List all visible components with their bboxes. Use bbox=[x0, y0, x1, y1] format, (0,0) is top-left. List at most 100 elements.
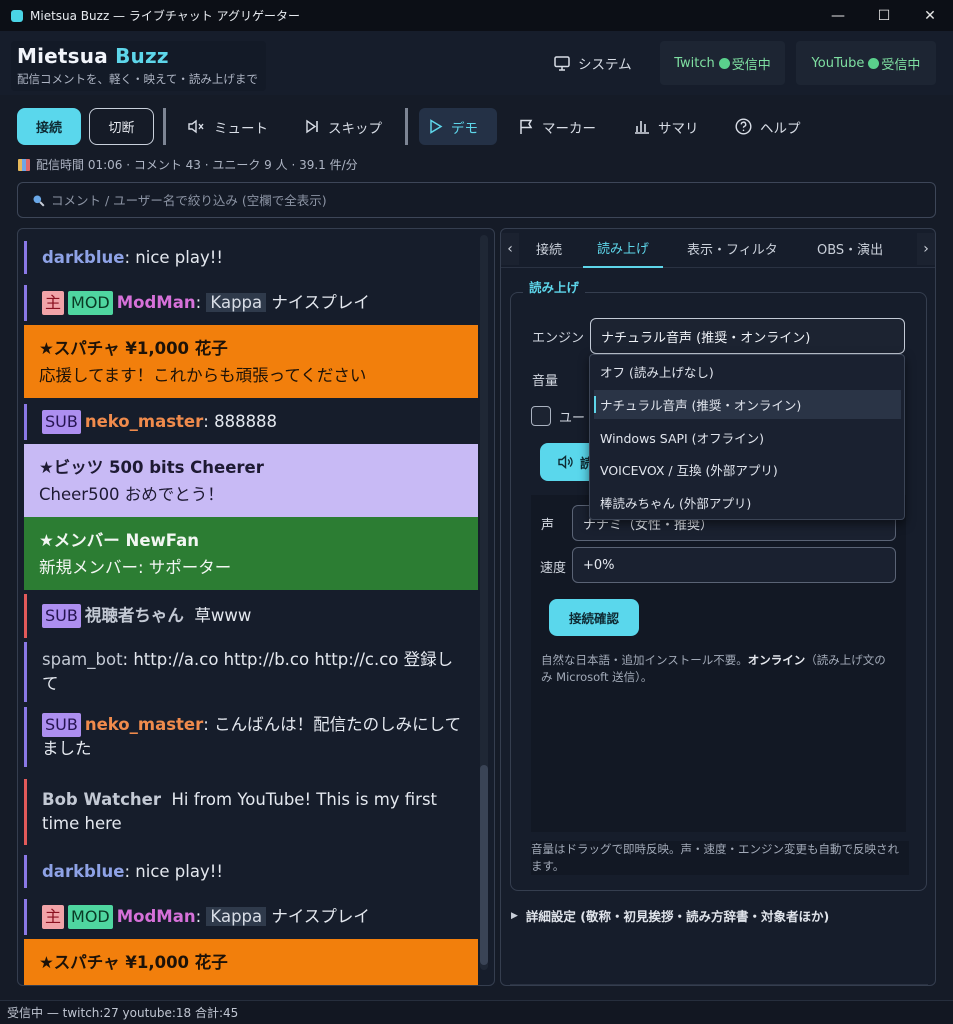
chat-text: : nice play!! bbox=[124, 861, 223, 881]
marker-button[interactable]: マーカー bbox=[509, 108, 606, 145]
tab-scroll-right-icon[interactable]: › bbox=[917, 233, 935, 265]
superchat-card: ★スパチャ ¥1,000 花子 応援してます！これからも頑張ってください bbox=[24, 325, 478, 398]
engine-dropdown: オフ (読み上げなし) ナチュラル音声 (推奨・オンライン) Windows S… bbox=[589, 354, 905, 520]
superchat-card: ★スパチャ ¥1,000 花子 bbox=[24, 939, 478, 985]
tts-checkbox-label: ユー bbox=[559, 411, 586, 426]
chat-message: SUB neko_master: 888888 bbox=[24, 404, 478, 440]
demo-button[interactable]: デモ bbox=[419, 108, 497, 145]
engine-label: エンジン bbox=[532, 331, 585, 346]
voice-label: 声 bbox=[541, 518, 555, 533]
stream-stats: 配信時間 01:06 · コメント 43 · ユニーク 9 人 · 39.1 件… bbox=[18, 156, 358, 173]
help-button[interactable]: ヘルプ bbox=[725, 108, 811, 145]
help-icon bbox=[735, 118, 752, 135]
engine-option-selected[interactable]: ナチュラル音声 (推奨・オンライン) bbox=[594, 390, 901, 419]
chat-message: darkblue: nice play!! bbox=[24, 855, 478, 888]
engine-option[interactable]: Windows SAPI (オフライン) bbox=[594, 423, 901, 452]
engine-select[interactable]: ナチュラル音声 (推奨・オンライン) bbox=[590, 318, 905, 354]
engine-help-text: 自然な日本語・追加インストール不要。オンライン（読み上げ文のみ Microsof… bbox=[541, 653, 886, 684]
brand-box: Mietsua Buzz 配信コメントを、軽く・映えて・読み上げまで bbox=[11, 41, 266, 91]
superchat-text: 応援してます！これからも頑張ってください bbox=[39, 365, 367, 385]
brand-tagline: 配信コメントを、軽く・映えて・読み上げまで bbox=[17, 72, 258, 86]
chat-message: 主 MOD ModMan: Kappa ナイスプレイ bbox=[24, 285, 478, 321]
chat-username: neko_master bbox=[84, 412, 204, 431]
engine-option[interactable]: VOICEVOX / 互換 (外部アプリ) bbox=[594, 455, 901, 484]
chat-username: neko_master bbox=[84, 715, 204, 734]
engine-option[interactable]: 棒読みちゃん (外部アプリ) bbox=[594, 488, 901, 517]
search-box[interactable] bbox=[17, 182, 936, 218]
chat-list[interactable]: darkblue: nice play!! 主 MOD ModMan: Kappa … bbox=[17, 228, 495, 986]
mod-badge: MOD bbox=[68, 905, 113, 929]
chat-username: Bob Watcher bbox=[42, 790, 161, 809]
chat-username: 視聴者ちゃん bbox=[84, 606, 184, 625]
tab-tts[interactable]: 読み上げ bbox=[583, 229, 664, 268]
twitch-status: Twitch 受信中 bbox=[660, 41, 785, 85]
bits-text: Cheer500 おめでとう！ bbox=[39, 484, 224, 504]
app-header: Mietsua Buzz 配信コメントを、軽く・映えて・読み上げまで システム … bbox=[0, 31, 953, 95]
chat-scroll-thumb[interactable] bbox=[480, 765, 488, 965]
close-button[interactable]: ✕ bbox=[907, 0, 953, 31]
panel-divider bbox=[510, 984, 928, 985]
tab-display-filter[interactable]: 表示・フィルタ bbox=[687, 229, 778, 268]
minimize-button[interactable]: — bbox=[815, 0, 861, 31]
chat-text: ナイスプレイ bbox=[271, 907, 370, 926]
summary-button[interactable]: サマリ bbox=[624, 108, 709, 145]
membership-card: ★メンバー NewFan 新規メンバー: サポーター bbox=[24, 517, 478, 590]
chat-text: : nice play!! bbox=[124, 247, 223, 267]
status-dot-icon bbox=[718, 57, 730, 69]
disconnect-button[interactable]: 切断 bbox=[89, 108, 154, 145]
chat-scrollbar[interactable] bbox=[480, 235, 488, 970]
chat-message: SUB 視聴者ちゃん 草www bbox=[24, 594, 478, 638]
expand-triangle-icon: ▶ bbox=[511, 910, 518, 921]
emote: Kappa bbox=[206, 293, 267, 312]
window-title: Mietsua Buzz — ライブチャット アグリゲーター bbox=[30, 9, 300, 23]
emote: Kappa bbox=[206, 907, 267, 926]
chat-message: darkblue: nice play!! bbox=[24, 241, 478, 274]
sub-badge: SUB bbox=[42, 713, 81, 737]
tab-obs[interactable]: OBS・演出 bbox=[817, 229, 883, 268]
chat-message: spam_bot: http://a.co http://b.co http:/… bbox=[24, 642, 478, 702]
host-badge: 主 bbox=[42, 291, 65, 315]
superchat-title: ★スパチャ ¥1,000 花子 bbox=[39, 953, 228, 972]
chat-username: darkblue bbox=[42, 861, 125, 881]
brand-name: Mietsua Buzz bbox=[17, 44, 169, 68]
system-button[interactable]: システム bbox=[544, 42, 642, 84]
speed-label: 速度 bbox=[540, 561, 567, 576]
window-controls: — ☐ ✕ bbox=[815, 0, 953, 31]
tts-checkbox[interactable] bbox=[531, 406, 551, 426]
system-label: システム bbox=[578, 57, 632, 73]
chat-text: : 888888 bbox=[203, 412, 278, 431]
status-dot-icon bbox=[868, 57, 880, 69]
chat-text: ナイスプレイ bbox=[271, 293, 370, 312]
speed-input[interactable]: +0% bbox=[572, 547, 896, 583]
app-icon bbox=[11, 9, 23, 22]
membership-title: ★メンバー NewFan bbox=[39, 530, 199, 550]
flag-icon bbox=[520, 119, 533, 134]
speaker-icon bbox=[558, 455, 573, 469]
monitor-icon bbox=[554, 55, 570, 71]
tts-group-title: 読み上げ bbox=[523, 277, 586, 296]
engine-option[interactable]: オフ (読み上げなし) bbox=[594, 357, 901, 386]
tab-connection[interactable]: 接続 bbox=[536, 229, 562, 268]
bits-card: ★ビッツ 500 bits Cheerer Cheer500 おめでとう！ bbox=[24, 444, 478, 517]
youtube-status: YouTube 受信中 bbox=[796, 41, 936, 85]
settings-tabs: ‹ 接続 読み上げ 表示・フィルタ OBS・演出 › bbox=[501, 229, 935, 268]
chat-text: 草www bbox=[194, 606, 252, 625]
skip-icon bbox=[306, 119, 318, 134]
chat-message: SUB neko_master: こんばんは！配信たのしみにしてました bbox=[24, 707, 478, 767]
maximize-button[interactable]: ☐ bbox=[861, 0, 907, 31]
sub-badge: SUB bbox=[42, 410, 81, 434]
stats-icon bbox=[18, 158, 30, 171]
tab-scroll-left-icon[interactable]: ‹ bbox=[501, 233, 519, 265]
connection-check-button[interactable]: 接続確認 bbox=[549, 599, 639, 636]
advanced-settings-toggle[interactable]: ▶ 詳細設定 (敬称・初見挨拶・読み方辞書・対象者ほか) bbox=[511, 906, 829, 925]
skip-button[interactable]: スキップ bbox=[295, 108, 392, 145]
mod-badge: MOD bbox=[68, 291, 113, 315]
search-input[interactable] bbox=[51, 192, 901, 208]
volume-label: 音量 bbox=[532, 374, 559, 389]
mute-button[interactable]: ミュート bbox=[178, 108, 278, 145]
search-icon bbox=[33, 195, 45, 207]
bits-title: ★ビッツ 500 bits Cheerer bbox=[39, 457, 264, 477]
connect-button[interactable]: 接続 bbox=[17, 108, 81, 145]
chat-message: 主 MOD ModMan: Kappa ナイスプレイ bbox=[24, 899, 478, 935]
chat-message: Bob Watcher Hi from YouTube! This is my … bbox=[24, 779, 478, 845]
